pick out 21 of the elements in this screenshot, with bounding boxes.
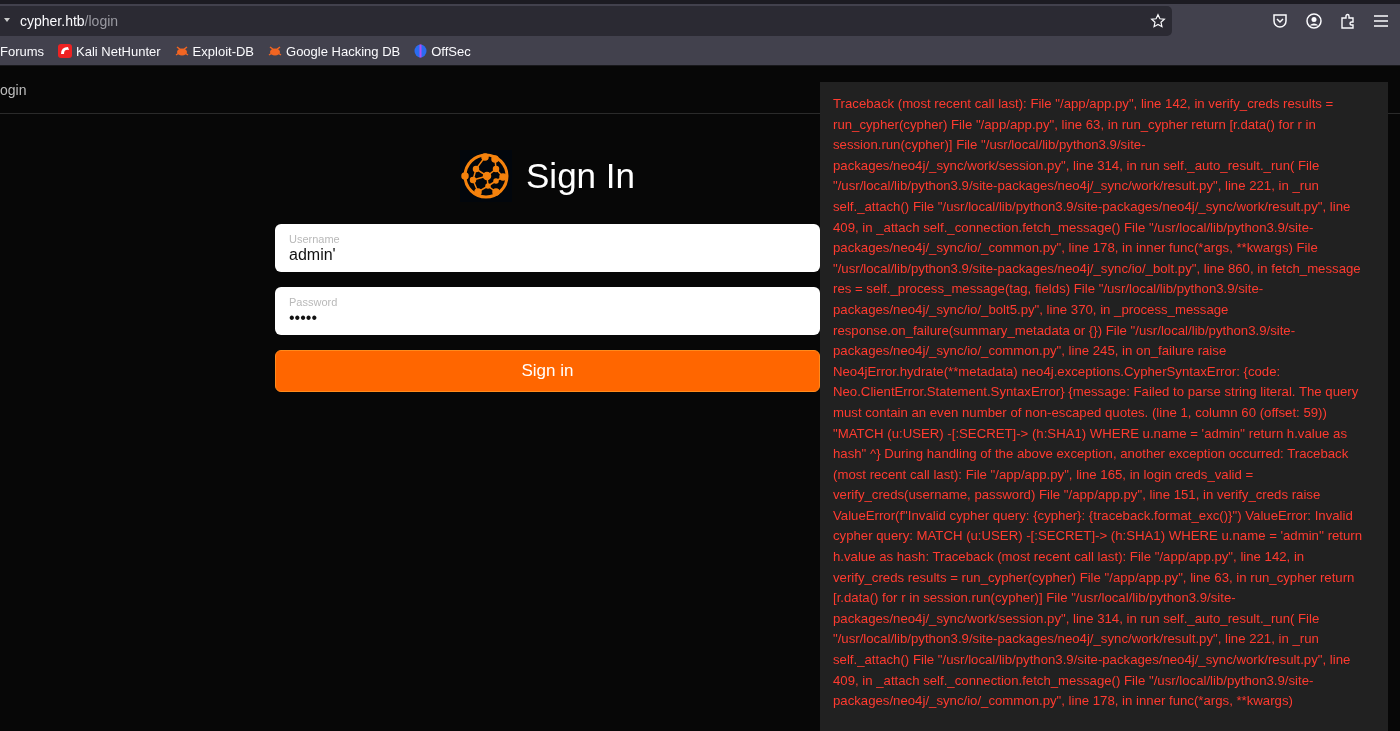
input-field[interactable]: Password ••••• [275, 287, 820, 335]
bookmark-link[interactable]: Kali NetHunter [58, 43, 161, 59]
url-path: /login [84, 12, 119, 29]
bookmark-link[interactable]: Exploit-DB [174, 43, 255, 59]
address-bar[interactable]: cypher.htb/login [0, 5, 1172, 36]
bookmark-star-icon[interactable] [1150, 12, 1166, 29]
puzzle-icon[interactable] [1340, 12, 1356, 29]
bookmark-link[interactable]: Forums [0, 43, 45, 59]
bookmark-link[interactable]: Google Hacking DB [268, 43, 401, 59]
input-field[interactable]: Username admin' [275, 224, 820, 272]
bookmark-link[interactable]: OffSec [414, 43, 471, 59]
breadcrumb: ogin [0, 82, 27, 98]
url-host: cypher.htb [20, 12, 85, 29]
bug-icon [268, 45, 283, 57]
account-icon[interactable] [1306, 12, 1322, 29]
menu-icon[interactable] [1374, 14, 1388, 27]
dropdown-icon[interactable] [4, 18, 10, 23]
bug-icon [174, 45, 189, 57]
page-title: Sign In [526, 156, 635, 196]
error-traceback: Traceback (most recent call last): File "/app/app.py", line 142, in verify_creds results = run_cypher(cypher) File "/app/app.py", line 63, in run_cypher return [r.data() for r in session.run(cypher)] File "/usr/local/lib/python3.9/site-packages/neo4j/_sync/work/session.py", line 314, in run self._auto_result._run( File "/usr/local/lib/python3.9/site-packages/neo4j/_sync/work/result.py", line 221, in _run self._attach() File "/usr/local/lib/python3.9/site-packages/neo4j/_sync/work/result.py", line 409, in _attach self._connection.fetch_message() File "/usr/local/lib/python3.9/site-packages/neo4j/_sync/io/_common.py", line 178, in inner func(*args, **kwargs) File "/usr/local/lib/python3.9/site-packages/neo4j/_sync/io/_bolt.py", line 860, in fetch_message res = self._process_message(tag, fields) File "/usr/local/lib/python3.9/site-packages/neo4j/_sync/io/_bolt5.py", line 370, in _process_message response.on_failure(summary_metadata or {}) File "/usr/local/lib/python3.9/site-packages/neo4j/_sync/io/_common.py", line 245, in on_failure raise Neo4jError.hydrate(**metadata) neo4j.exceptions.CypherSyntaxError: {code: Neo.ClientError.Statement.SyntaxError} {message: Failed to parse string literal. The query must contain an even number of non-escaped quotes. (line 1, column 60 (offset: 59)) "MATCH (u:USER) -[:SECRET]-> (h:SHA1) WHERE u.name = 'admin'' return h.value as hash" ^} During handling of the above exception, another exception occurred: Traceback (most recent call last): File "/app/app.py", line 165, in login creds_valid = verify_creds(username, password) File "/app/app.py", line 151, in verify_creds raise ValueError(f"Invalid cypher query: {cypher}: {traceback.format_exc()}") ValueError: Invalid cypher query: MATCH (u:USER) -[:SECRET]-> (h:SHA1) WHERE u.name = 'admin'' return h.value as hash: Traceback (most recent call last): File "/app/app.py", line 142, in verify_creds results = run_cypher(cypher) File "/app/app.py", line 63, in run_cypher return [r.data() for r in session.run(cypher)] File "/usr/local/lib/python3.9/site-packages/neo4j/_sync/work/session.py", line 314, in run self._auto_result._run( File "/usr/local/lib/python3.9/site-packages/neo4j/_sync/work/result.py", line 221, in _run self._attach() File "/usr/local/lib/python3.9/site-packages/neo4j/_sync/work/result.py", line 409, in _attach self._connection.fetch_message() File "/usr/local/lib/python3.9/site-packages/neo4j/_sync/io/_common.py", line 178, in inner func(*args, **kwargs) [833, 95, 1364, 711]
pocket-icon[interactable] [1272, 12, 1288, 29]
